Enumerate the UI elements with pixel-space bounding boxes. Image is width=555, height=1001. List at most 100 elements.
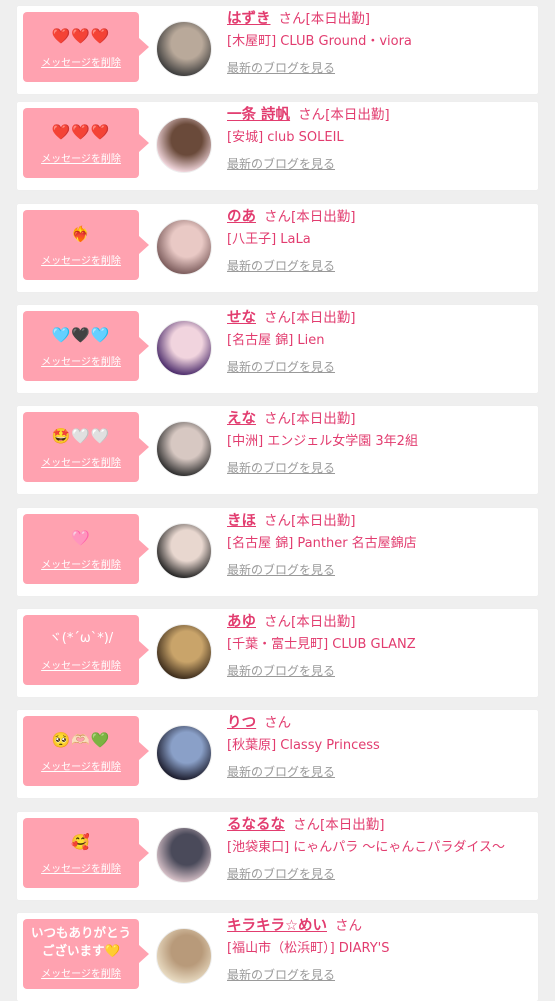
message-text: 🤩🤍🤍	[51, 427, 111, 445]
message-list: ❤️❤️❤️ メッセージを削除 はずき さん[本日出勤] [木屋町] CLUB Grou…	[0, 0, 555, 1001]
cast-name-link[interactable]: キラキラ☆めい	[227, 918, 327, 934]
message-text: ヾ(*´ω`*)/	[48, 631, 114, 646]
attendance-status: [本日出勤]	[291, 209, 356, 225]
latest-blog-link[interactable]: 最新のブログを見る	[227, 459, 335, 477]
shop-info: [秋葉原] Classy Princess	[227, 738, 380, 753]
message-text: 🥺🫶🏻💚	[51, 731, 111, 749]
shop-info: [安城] club SOLEIL	[227, 130, 344, 145]
delete-message-link[interactable]: メッセージを削除	[23, 150, 139, 165]
attendance-status: [本日出勤]	[305, 11, 371, 27]
latest-blog-link[interactable]: 最新のブログを見る	[227, 763, 335, 781]
message-card: ヾ(*´ω`*)/ メッセージを削除 あゆ さん[本日出勤] [千葉・富士見町] CLU…	[17, 609, 538, 697]
cast-name-link[interactable]: きほ	[227, 513, 256, 529]
latest-blog-link[interactable]: 最新のブログを見る	[227, 865, 335, 883]
message-card: ❤️❤️❤️ メッセージを削除 はずき さん[本日出勤] [木屋町] CLUB Grou…	[17, 6, 538, 94]
shop-info: [名古屋 錦] Lien	[227, 333, 325, 348]
delete-message-link[interactable]: メッセージを削除	[23, 860, 139, 875]
delete-message-link[interactable]: メッセージを削除	[23, 758, 139, 773]
avatar[interactable]	[156, 928, 212, 984]
attendance-status: [本日出勤]	[325, 107, 390, 123]
latest-blog-link[interactable]: 最新のブログを見る	[227, 966, 335, 984]
avatar[interactable]	[156, 421, 212, 477]
latest-blog-link[interactable]: 最新のブログを見る	[227, 662, 335, 680]
delete-message-link[interactable]: メッセージを削除	[23, 657, 139, 672]
message-bubble: 🥺🫶🏻💚 メッセージを削除	[23, 716, 149, 786]
cast-name-link[interactable]: あゆ	[227, 614, 256, 630]
message-text: ❤️❤️❤️	[51, 123, 111, 141]
message-text: 🥰	[71, 833, 91, 851]
shop-info: [福山市（松浜町）] DIARY'S	[227, 941, 390, 956]
latest-blog-link[interactable]: 最新のブログを見る	[227, 257, 335, 275]
cast-name-link[interactable]: せな	[227, 310, 256, 326]
message-bubble: 🥰 メッセージを削除	[23, 818, 149, 888]
name-line: キラキラ☆めい さん	[227, 915, 362, 937]
name-line: あゆ さん[本日出勤]	[227, 611, 356, 633]
message-bubble: 🩵🖤🩵 メッセージを削除	[23, 311, 149, 381]
honorific: さん	[264, 310, 291, 326]
message-card: ❤️❤️❤️ メッセージを削除 一条 詩帆 さん[本日出勤] [安城] club SOL…	[17, 102, 538, 190]
message-bubble: ❤️❤️❤️ メッセージを削除	[23, 12, 149, 82]
honorific: さん	[278, 11, 306, 27]
shop-info: [池袋東口] にゃんパラ 〜にゃんこパラダイス〜	[227, 840, 506, 855]
message-card: 🩵🖤🩵 メッセージを削除 せな さん[本日出勤] [名古屋 錦] Lien 最新のブログを…	[17, 305, 538, 393]
message-card: いつもありがとうございます💛 メッセージを削除 キラキラ☆めい さん [福山市（松浜町）…	[17, 913, 538, 1001]
honorific: さん	[298, 107, 326, 123]
cast-name-link[interactable]: りつ	[227, 715, 256, 731]
message-text: ❤️❤️❤️	[51, 27, 111, 45]
latest-blog-link[interactable]: 最新のブログを見る	[227, 561, 335, 579]
name-line: りつ さん	[227, 712, 291, 734]
delete-message-link[interactable]: メッセージを削除	[23, 965, 139, 980]
message-text: 🩵🖤🩵	[51, 326, 111, 344]
message-bubble: 🩷 メッセージを削除	[23, 514, 149, 584]
message-bubble: いつもありがとうございます💛 メッセージを削除	[23, 919, 149, 989]
delete-message-link[interactable]: メッセージを削除	[23, 252, 139, 267]
avatar[interactable]	[156, 523, 212, 579]
cast-name-link[interactable]: 一条 詩帆	[227, 107, 290, 123]
name-line: きほ さん[本日出勤]	[227, 510, 356, 532]
attendance-status: [本日出勤]	[291, 411, 356, 427]
avatar[interactable]	[156, 725, 212, 781]
avatar[interactable]	[156, 117, 212, 173]
message-text: ❤️‍🔥	[71, 225, 91, 243]
honorific: さん	[264, 513, 291, 529]
latest-blog-link[interactable]: 最新のブログを見る	[227, 358, 335, 376]
message-bubble: 🤩🤍🤍 メッセージを削除	[23, 412, 149, 482]
honorific: さん	[264, 209, 291, 225]
delete-message-link[interactable]: メッセージを削除	[23, 54, 139, 69]
message-bubble: ❤️❤️❤️ メッセージを削除	[23, 108, 149, 178]
name-line: るなるな さん[本日出勤]	[227, 814, 385, 836]
message-bubble: ヾ(*´ω`*)/ メッセージを削除	[23, 615, 149, 685]
latest-blog-link[interactable]: 最新のブログを見る	[227, 155, 335, 173]
honorific: さん	[264, 715, 292, 731]
attendance-status: [本日出勤]	[320, 817, 385, 833]
message-text: いつもありがとうございます💛	[30, 925, 131, 958]
shop-info: [木屋町] CLUB Ground・viora	[227, 34, 412, 49]
latest-blog-link[interactable]: 最新のブログを見る	[227, 59, 335, 77]
message-card: 🥺🫶🏻💚 メッセージを削除 りつ さん [秋葉原] Classy Princess 最新の…	[17, 710, 538, 798]
cast-name-link[interactable]: はずき	[227, 11, 271, 27]
message-card: 🤩🤍🤍 メッセージを削除 えな さん[本日出勤] [中洲] エンジェル女学園 3年2組最…	[17, 406, 538, 494]
name-line: せな さん[本日出勤]	[227, 307, 356, 329]
avatar[interactable]	[156, 827, 212, 883]
avatar[interactable]	[156, 320, 212, 376]
shop-info: [千葉・富士見町] CLUB GLANZ	[227, 637, 416, 652]
cast-name-link[interactable]: えな	[227, 411, 256, 427]
attendance-status: [本日出勤]	[291, 614, 356, 630]
attendance-status: [本日出勤]	[291, 310, 356, 326]
name-line: のあ さん[本日出勤]	[227, 206, 356, 228]
avatar[interactable]	[156, 21, 212, 77]
shop-info: [八王子] LaLa	[227, 232, 311, 247]
delete-message-link[interactable]: メッセージを削除	[23, 454, 139, 469]
cast-name-link[interactable]: のあ	[227, 209, 256, 225]
delete-message-link[interactable]: メッセージを削除	[23, 353, 139, 368]
honorific: さん	[264, 614, 291, 630]
honorific: さん	[293, 817, 320, 833]
shop-info: [中洲] エンジェル女学園 3年2組	[227, 434, 418, 449]
avatar[interactable]	[156, 219, 212, 275]
message-bubble: ❤️‍🔥 メッセージを削除	[23, 210, 149, 280]
cast-name-link[interactable]: るなるな	[227, 817, 285, 833]
avatar[interactable]	[156, 624, 212, 680]
attendance-status: [本日出勤]	[291, 513, 356, 529]
name-line: はずき さん[本日出勤]	[227, 8, 370, 30]
delete-message-link[interactable]: メッセージを削除	[23, 556, 139, 571]
